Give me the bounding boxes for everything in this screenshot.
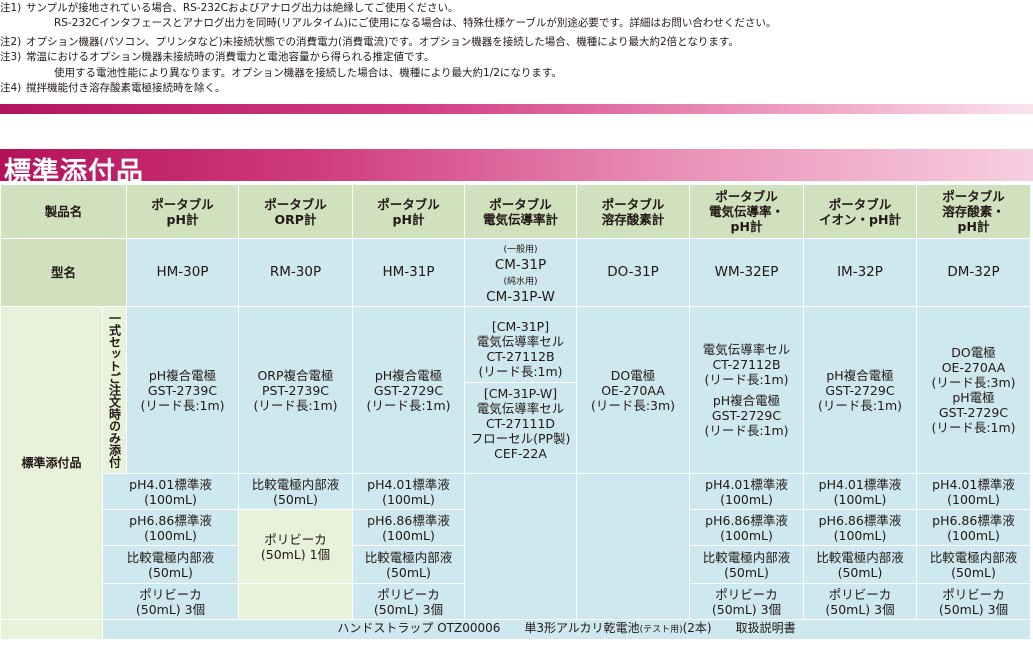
std-wm32ep-ph686: pH6.86標準液 (100mL)	[689, 509, 804, 546]
std-hm30p-ref: 比較電極内部液 (50mL)	[102, 545, 239, 584]
std-dm32p-ph686: pH6.86標準液 (100mL)	[916, 509, 1031, 546]
product-cm31p: ポータブル 電気伝導率計	[464, 184, 577, 239]
note-3: 注3) 常温におけるオプション機器未接続時の消費電力と電池容量から得られる推定値で…	[0, 51, 435, 63]
common-accessories: ハンドストラップ OTZ00006 単3形アルカリ乾電池(テスト用)(2本) 取…	[102, 619, 1031, 640]
model-cm31p: (一般用) CM-31P (純水用) CM-31P-W	[464, 238, 577, 307]
note-3-cont: 使用する電池性能により異なります。オプション機器を接続した場合は、機種により最大…	[54, 67, 562, 79]
std-rm30p-beaker: ポリビーカ (50mL) 1個	[238, 509, 353, 584]
set-do31p: DO電極 OE-270AA (リード長:3m)	[576, 306, 690, 474]
set-rm30p: ORP複合電極 PST-2739C (リード長:1m)	[238, 306, 353, 474]
std-wm32ep-beaker: ポリビーカ (50mL) 3個	[689, 583, 804, 620]
set-wm32ep: 電気伝導率セル CT-27112B (リード長:1m) pH複合電極 GST-2729C…	[689, 306, 804, 474]
set-im32p: pH複合電極 GST-2729C (リード長:1m)	[803, 306, 917, 474]
std-wm32ep-ph401: pH4.01標準液 (100mL)	[689, 473, 804, 510]
std-im32p-ph401: pH4.01標準液 (100mL)	[803, 473, 917, 510]
product-do31p: ポータブル 溶存酸素計	[576, 184, 690, 239]
header-row: 製品名 ポータブル pH計 ポータブル ORP計 ポータブル pH計 ポータブル 電気伝…	[0, 184, 1031, 239]
common-label-spacer	[0, 619, 103, 640]
std-dm32p-beaker: ポリビーカ (50mL) 3個	[916, 583, 1031, 620]
product-wm32ep: ポータブル 電気伝導率・ pH計	[689, 184, 804, 239]
decorative-divider	[0, 104, 1033, 114]
note-4: 注4) 撹拌機能付き溶存酸素電極接続時を除く。	[0, 82, 226, 94]
std-hm31p-ref: 比較電極内部液 (50mL)	[352, 545, 465, 584]
std-hm31p-ph401: pH4.01標準液 (100mL)	[352, 473, 465, 510]
model-hm31p: HM-31P	[352, 238, 465, 307]
model-header: 型名	[0, 238, 127, 307]
set-dm32p: DO電極 OE-270AA (リード長:3m) pH電極 GST-2729C (リード長:…	[916, 306, 1031, 474]
std-row-1: pH4.01標準液 (100mL) 比較電極内部液 (50mL) pH4.01標準液…	[1, 473, 1031, 620]
accessories-table: 製品名 ポータブル pH計 ポータブル ORP計 ポータブル pH計 ポータブル 電気伝…	[0, 184, 1031, 640]
accessories-header: 標準添付品	[0, 306, 103, 620]
set-hm31p: pH複合電極 GST-2729C (リード長:1m)	[352, 306, 465, 474]
product-im32p: ポータブル イオン・pH計	[803, 184, 917, 239]
std-im32p-beaker: ポリビーカ (50mL) 3個	[803, 583, 917, 620]
note-1: 注1) サンプルが接地されている場合、RS-232Cおよびアナログ出力は絶縁してご…	[0, 2, 459, 14]
set-items-row: 標準添付品 一式セットご注文時のみ添付 pH複合電極 GST-2739C (リード長…	[0, 306, 1031, 620]
model-wm32ep: WM-32EP	[689, 238, 804, 307]
std-rm30p-empty	[238, 583, 353, 620]
section-title-bar: 標準添付品	[0, 149, 1033, 188]
model-dm32p: DM-32P	[916, 238, 1031, 307]
std-hm30p-ph401: pH4.01標準液 (100mL)	[102, 473, 239, 510]
std-im32p-ref: 比較電極内部液 (50mL)	[803, 545, 917, 584]
set-cm31p-general: [CM-31P] 電気伝導率セル CT-27112B (リード長:1m)	[476, 319, 565, 379]
set-hm30p: pH複合電極 GST-2739C (リード長:1m)	[126, 306, 239, 474]
model-im32p: IM-32P	[803, 238, 917, 307]
std-wm32ep-ref: 比較電極内部液 (50mL)	[689, 545, 804, 584]
model-do31p: DO-31P	[576, 238, 690, 307]
product-rm30p: ポータブル ORP計	[238, 184, 353, 239]
product-dm32p: ポータブル 溶存酸素・ pH計	[916, 184, 1031, 239]
std-hm31p-beaker: ポリビーカ (50mL) 3個	[352, 583, 465, 620]
std-hm31p-ph686: pH6.86標準液 (100mL)	[352, 509, 465, 546]
std-dm32p-ref: 比較電極内部液 (50mL)	[916, 545, 1031, 584]
product-name-header: 製品名	[0, 184, 127, 239]
product-hm31p: ポータブル pH計	[352, 184, 465, 239]
std-do31p-empty	[576, 473, 690, 620]
std-cm31p-empty	[464, 473, 577, 620]
std-im32p-ph686: pH6.86標準液 (100mL)	[803, 509, 917, 546]
product-hm30p: ポータブル pH計	[126, 184, 239, 239]
note-2: 注2) オプション機器(パソコン、プリンタなど)未接続状態での消費電力(消費電流)…	[0, 36, 739, 48]
std-hm30p-beaker: ポリビーカ (50mL) 3個	[102, 583, 239, 620]
set-cm31p: [CM-31P] 電気伝導率セル CT-27112B (リード長:1m) [CM-31…	[464, 306, 577, 474]
model-row: 型名 HM-30P RM-30P HM-31P (一般用) CM-31P (純水…	[0, 238, 1031, 307]
std-rm30p-ref: 比較電極内部液 (50mL)	[238, 473, 353, 510]
set-only-label: 一式セットご注文時のみ添付	[102, 306, 127, 474]
common-accessories-row: ハンドストラップ OTZ00006 単3形アルカリ乾電池(テスト用)(2本) 取…	[0, 619, 1031, 640]
model-rm30p: RM-30P	[238, 238, 353, 307]
std-dm32p-ph401: pH4.01標準液 (100mL)	[916, 473, 1031, 510]
set-cm31p-pure: [CM-31P-W] 電気伝導率セル CT-27111D フローセル(PP製) CEF-…	[465, 382, 576, 464]
note-1-cont: RS-232Cインタフェースとアナログ出力を同時(リアルタイム)にご使用になる場…	[54, 17, 777, 29]
std-hm30p-ph686: pH6.86標準液 (100mL)	[102, 509, 239, 546]
model-hm30p: HM-30P	[126, 238, 239, 307]
